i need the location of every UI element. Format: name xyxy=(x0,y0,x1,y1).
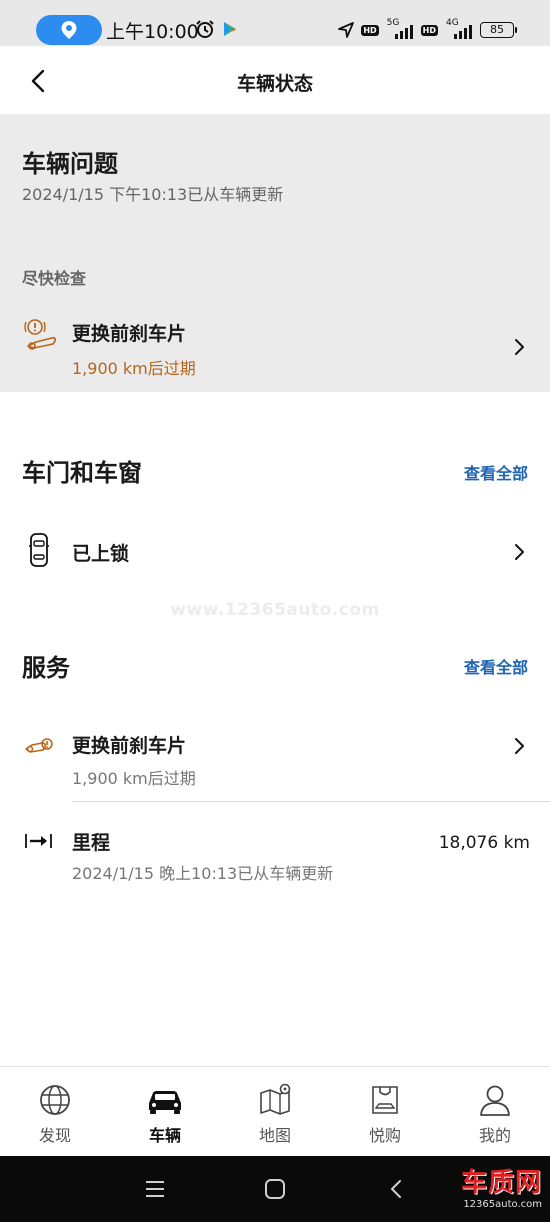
tab-discover[interactable]: 发现 xyxy=(0,1067,110,1157)
clock-time: 上午10:00 xyxy=(106,21,199,43)
location-indicator[interactable] xyxy=(36,15,102,45)
tab-profile[interactable]: 我的 xyxy=(440,1067,550,1157)
tab-vehicle[interactable]: 车辆 xyxy=(110,1067,220,1157)
service-item-title: 更换前刹车片 xyxy=(72,735,187,757)
chevron-right-icon xyxy=(515,339,524,355)
car-top-view-icon xyxy=(29,533,49,567)
brand-url: 12365auto.com xyxy=(463,1199,542,1210)
chevron-right-icon xyxy=(515,738,524,754)
back-icon[interactable] xyxy=(385,1178,409,1200)
urgency-label: 尽快检查 xyxy=(22,269,87,288)
issue-title: 更换前刹车片 xyxy=(72,323,187,345)
tab-label: 我的 xyxy=(478,1126,511,1145)
doors-windows-title: 车门和车窗 xyxy=(22,459,142,487)
menu-icon[interactable] xyxy=(143,1178,167,1200)
home-icon[interactable] xyxy=(263,1178,287,1200)
mileage-row: 里程 2024/1/15 晚上10:13已从车辆更新 xyxy=(0,820,550,890)
tab-shop[interactable]: 悦购 xyxy=(330,1067,440,1157)
brake-pad-issue-row[interactable]: 更换前刹车片 1,900 km后过期 xyxy=(0,310,550,380)
location-pin-icon xyxy=(61,21,77,39)
page-title: 车辆状态 xyxy=(236,73,313,95)
brake-warning-icon xyxy=(24,319,56,350)
brand-watermark-logo: 车质网 12365auto.com xyxy=(461,1162,542,1210)
tab-label: 发现 xyxy=(38,1126,71,1145)
service-see-all-link[interactable]: 查看全部 xyxy=(464,654,528,678)
vehicle-issues-updated: 2024/1/15 下午10:13已从车辆更新 xyxy=(22,185,284,204)
lock-status-label: 已上锁 xyxy=(72,543,130,565)
service-item-subtitle: 1,900 km后过期 xyxy=(72,769,196,788)
shopping-bag-icon xyxy=(372,1086,398,1114)
divider xyxy=(72,801,550,802)
tab-label: 地图 xyxy=(258,1126,291,1145)
signal-5g-icon: 5G xyxy=(385,18,415,41)
mileage-label: 里程 xyxy=(72,832,111,854)
battery-indicator: 85 xyxy=(480,22,517,38)
hd-badge: HD xyxy=(361,24,379,36)
bottom-tab-bar: 发现 车辆 地图 悦购 我的 xyxy=(0,1066,550,1156)
mileage-value: 18,076 km xyxy=(438,833,530,853)
system-nav-bar: 车质网 12365auto.com xyxy=(0,1156,550,1222)
person-icon xyxy=(480,1085,510,1116)
hd-badge-2: HD xyxy=(420,24,438,36)
brake-pad-icon xyxy=(25,738,53,753)
doors-windows-see-all-link[interactable]: 查看全部 xyxy=(464,460,528,484)
tab-label: 车辆 xyxy=(148,1126,181,1145)
tab-label: 悦购 xyxy=(368,1126,401,1145)
odometer-arrow-icon xyxy=(25,834,52,848)
mileage-updated: 2024/1/15 晚上10:13已从车辆更新 xyxy=(72,864,334,883)
chevron-right-icon xyxy=(515,544,524,560)
lock-status-row[interactable]: 已上锁 xyxy=(0,522,550,582)
map-icon xyxy=(260,1083,291,1115)
brand-name: 车质网 xyxy=(460,1168,542,1198)
status-bar: 上午10:00 HD 5G HD 4G 85 xyxy=(0,0,550,46)
service-title: 服务 xyxy=(22,654,70,682)
car-icon xyxy=(149,1091,181,1114)
vehicle-issues-title: 车辆问题 xyxy=(22,150,118,178)
tab-map[interactable]: 地图 xyxy=(220,1067,330,1157)
play-store-icon xyxy=(224,22,236,36)
vehicle-issues-panel: 车辆问题 2024/1/15 下午10:13已从车辆更新 尽快检查 更换前刹车片… xyxy=(0,114,550,392)
navigation-arrow-icon xyxy=(338,22,355,38)
service-brake-pad-row[interactable]: 更换前刹车片 1,900 km后过期 xyxy=(0,725,550,795)
globe-icon xyxy=(40,1085,70,1115)
top-app-bar: 车辆状态 xyxy=(0,46,550,114)
issue-subtitle: 1,900 km后过期 xyxy=(72,359,196,378)
watermark: www.12365auto.com xyxy=(170,600,380,620)
alarm-icon xyxy=(196,20,214,38)
signal-4g-icon: 4G xyxy=(444,18,474,41)
